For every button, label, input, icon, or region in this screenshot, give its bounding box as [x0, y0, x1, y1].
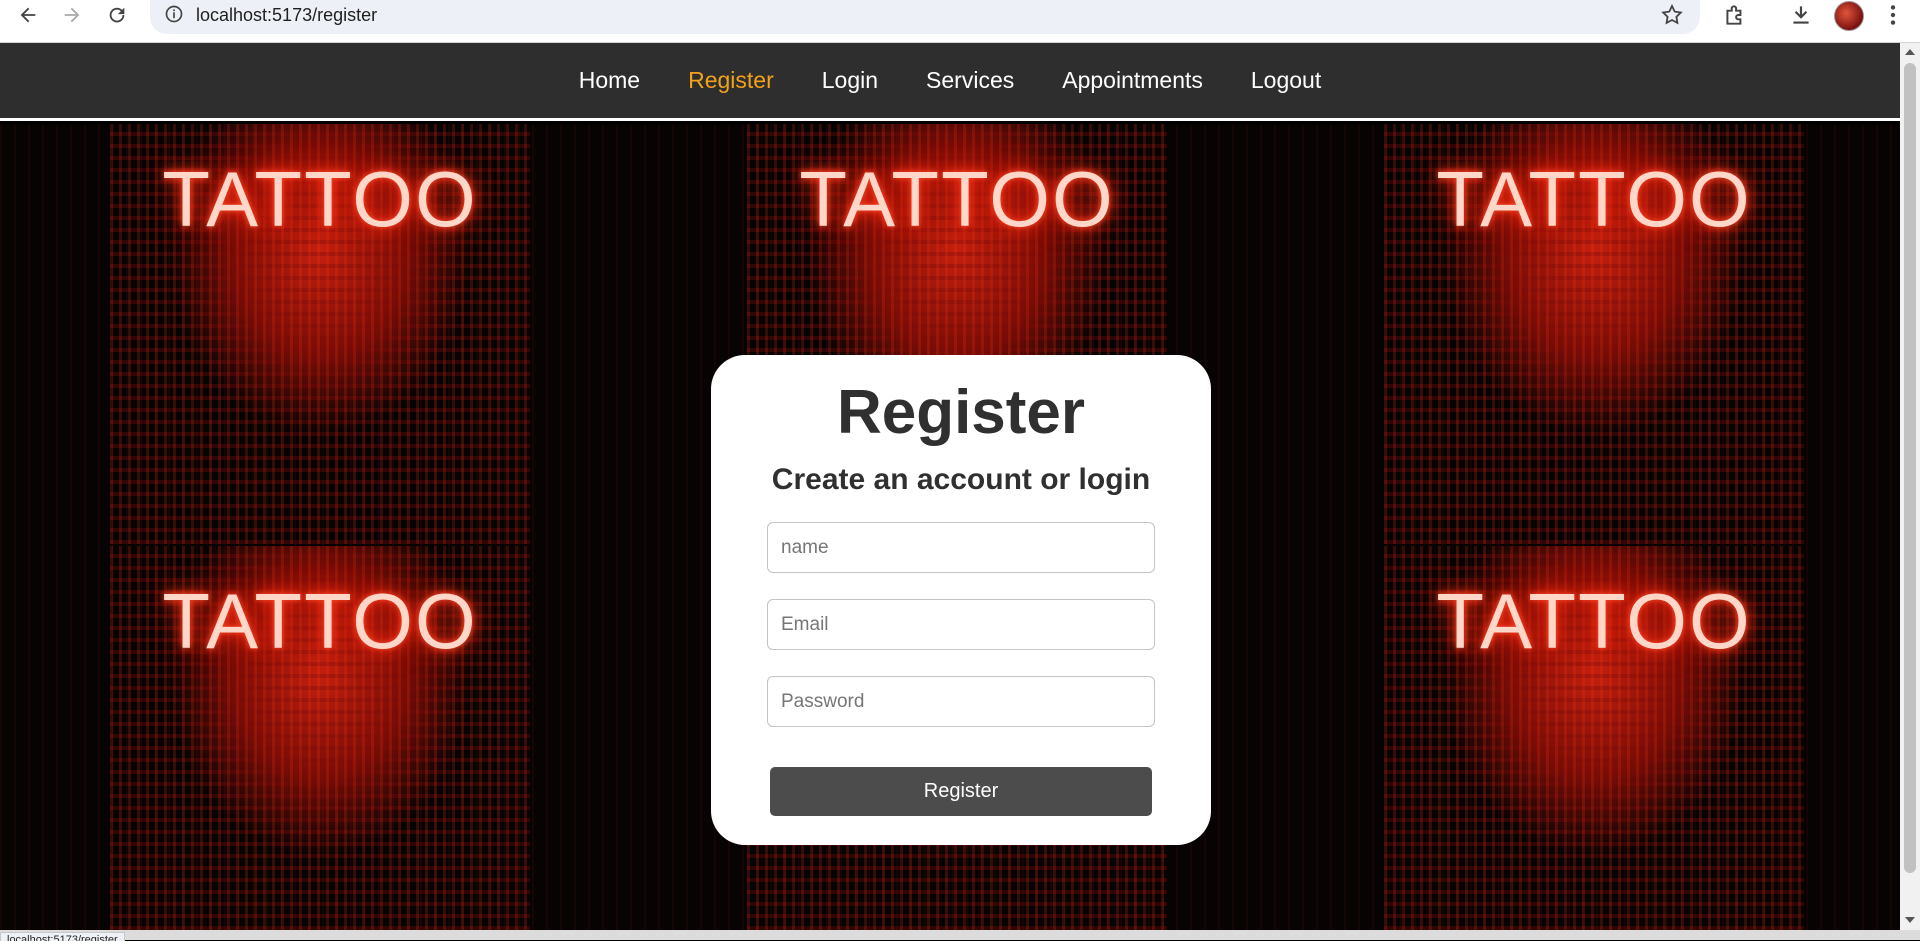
tattoo-neon-image: TATTOO: [110, 124, 530, 544]
tattoo-neon-image: TATTOO: [1384, 124, 1804, 544]
neon-sign-text: TATTOO: [799, 155, 1115, 243]
nav-logout[interactable]: Logout: [1251, 67, 1321, 94]
profile-avatar[interactable]: [1834, 1, 1864, 31]
password-input[interactable]: [767, 676, 1155, 727]
nav-home[interactable]: Home: [579, 67, 640, 94]
nav-appointments[interactable]: Appointments: [1062, 67, 1203, 94]
site-info-icon[interactable]: [164, 4, 184, 24]
neon-sign-text: TATTOO: [162, 155, 478, 243]
kebab-menu-icon[interactable]: [1880, 2, 1906, 28]
scroll-down-icon[interactable]: [1904, 915, 1916, 925]
browser-toolbar: localhost:5173/register: [0, 0, 1920, 43]
email-input[interactable]: [767, 599, 1155, 650]
name-input[interactable]: [767, 522, 1155, 573]
tattoo-neon-image: TATTOO: [110, 546, 530, 930]
register-subtitle: Create an account or login: [771, 463, 1151, 496]
star-icon[interactable]: [1660, 3, 1684, 27]
register-title: Register: [836, 378, 1086, 447]
forward-arrow-icon[interactable]: [52, 0, 92, 29]
neon-sign-text: TATTOO: [1436, 577, 1752, 665]
page-scrollbar[interactable]: [1900, 43, 1920, 930]
status-bar: [0, 930, 1920, 940]
neon-sign-text: TATTOO: [1436, 155, 1752, 243]
register-button[interactable]: Register: [770, 767, 1152, 816]
scrollbar-thumb[interactable]: [1904, 63, 1916, 873]
back-arrow-icon[interactable]: [8, 0, 48, 29]
tattoo-neon-image: TATTOO: [1384, 546, 1804, 930]
address-bar[interactable]: localhost:5173/register: [150, 0, 1700, 34]
nav-login[interactable]: Login: [822, 67, 878, 94]
scroll-up-icon[interactable]: [1904, 47, 1916, 57]
site-nav: Home Register Login Services Appointment…: [0, 43, 1900, 121]
nav-services[interactable]: Services: [926, 67, 1014, 94]
neon-sign-text: TATTOO: [162, 577, 478, 665]
nav-register[interactable]: Register: [688, 67, 774, 94]
url-text[interactable]: localhost:5173/register: [196, 5, 377, 26]
register-card: Register Create an account or login Regi…: [711, 355, 1211, 845]
extensions-icon[interactable]: [1722, 2, 1748, 28]
download-icon[interactable]: [1788, 2, 1814, 28]
reload-icon[interactable]: [97, 0, 137, 29]
